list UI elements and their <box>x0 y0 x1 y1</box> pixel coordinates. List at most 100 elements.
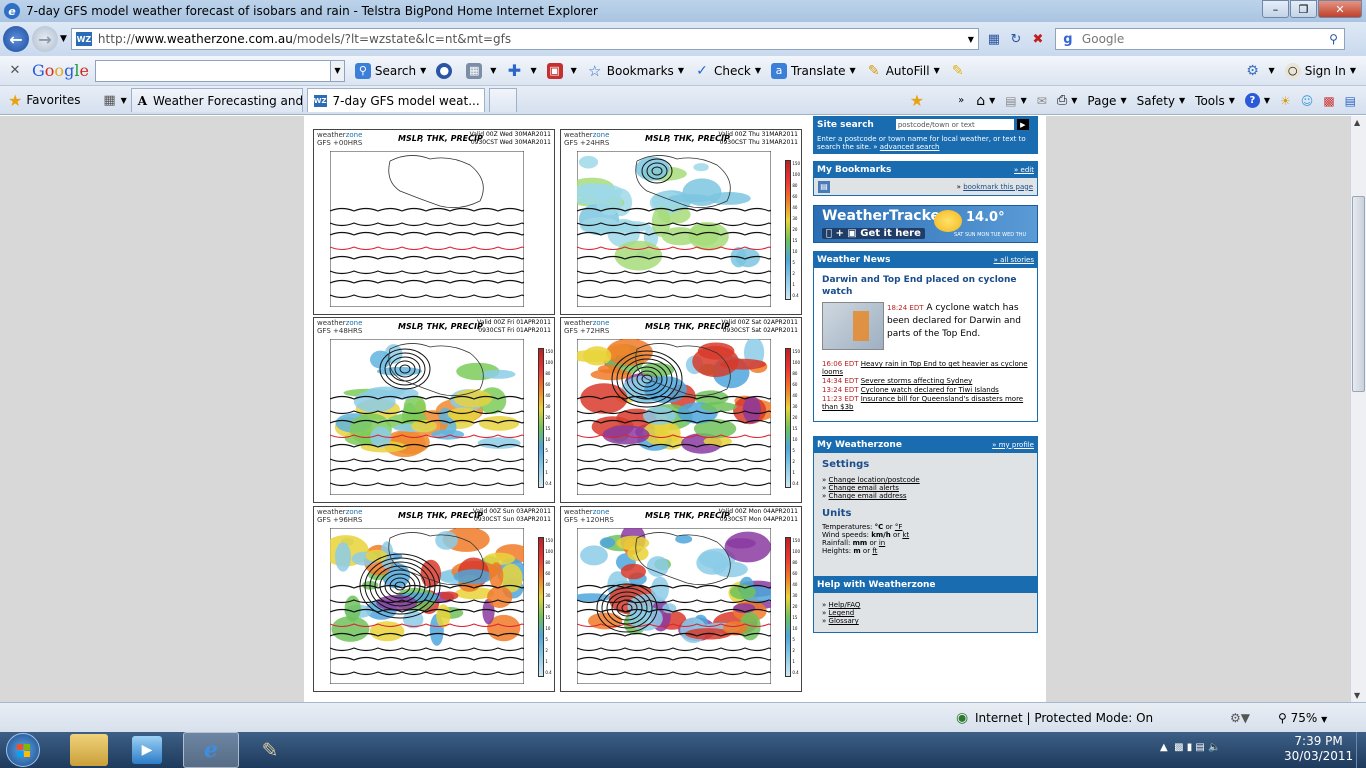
unit-alternative-link[interactable]: °F <box>895 523 903 531</box>
add-favorite-icon[interactable]: ★ <box>910 91 924 110</box>
help-link[interactable]: » Glossary <box>822 617 1029 625</box>
get-it-here-button[interactable]:  + ▣ Get it here <box>822 228 925 239</box>
tab-weather-forecasting[interactable]: A Weather Forecasting and ... <box>130 88 303 112</box>
forecast-chart[interactable]: weatherzone GFS +96HRS MSLP, THK, PRECIP… <box>313 506 555 692</box>
help-button[interactable]: ? ▼ <box>1244 93 1270 108</box>
maximize-button[interactable]: ❐ <box>1290 0 1317 18</box>
forecast-chart[interactable]: weatherzone GFS +24HRS MSLP, THK, PRECIP… <box>560 129 802 315</box>
back-button[interactable]: ← <box>3 26 29 52</box>
news-item[interactable]: 14:34 EDT Severe storms affecting Sydney <box>822 377 1029 385</box>
toolbar-close-icon[interactable]: ✕ <box>4 63 26 78</box>
security-zone-text[interactable]: Internet | Protected Mode: On <box>975 711 1153 725</box>
start-button[interactable] <box>6 733 40 767</box>
site-search-input[interactable]: postcode/town or text <box>895 119 1014 130</box>
news-headline[interactable]: Severe storms affecting Sydney <box>861 377 973 385</box>
forward-button[interactable]: → <box>32 26 58 52</box>
address-bar[interactable]: WZ http://www.weatherzone.com.au/models/… <box>70 28 979 50</box>
forecast-chart[interactable]: weatherzone GFS +48HRS MSLP, THK, PRECIP… <box>313 317 555 503</box>
mail-button[interactable]: ✉ <box>1037 94 1047 108</box>
site-search-go-icon[interactable]: ▶ <box>1016 119 1029 130</box>
news-item[interactable]: 11:23 EDT Insurance bill for Queensland'… <box>822 395 1029 411</box>
protected-mode-icon[interactable]: ⚙▼ <box>1230 711 1250 725</box>
favorites-button[interactable]: ★ Favorites <box>8 91 81 110</box>
search-magnifier-icon[interactable]: ⚲ <box>1329 32 1338 46</box>
chart-brand: weatherzone <box>317 508 363 516</box>
news-headline[interactable]: Cyclone watch declared for Tiwi Islands <box>861 386 999 394</box>
zoom-level[interactable]: ⚲ 75% ▼ <box>1278 711 1327 725</box>
bookmarks-edit-link[interactable]: » edit <box>1014 166 1034 174</box>
research-icon[interactable]: ☀ <box>1280 94 1291 108</box>
new-tab-button[interactable] <box>488 88 517 112</box>
pagerank-icon[interactable]: ● <box>436 62 456 79</box>
share-icon[interactable]: ✚ ▼ <box>506 61 537 80</box>
feeds-button[interactable]: ▤ ▼ <box>1005 94 1027 108</box>
advanced-search-link[interactable]: advanced search <box>880 143 940 151</box>
settings-link[interactable]: » Change location/postcode <box>822 476 1029 484</box>
refresh-icon[interactable]: ↻ <box>1005 29 1027 49</box>
tab-gfs-model[interactable]: WZ7-day GFS model weat...✖ <box>306 88 485 112</box>
tools-menu[interactable]: Tools ▼ <box>1195 94 1235 108</box>
close-button[interactable]: ✕ <box>1318 0 1362 18</box>
tab-list-dropdown-icon[interactable]: ▼ <box>121 96 127 105</box>
vertical-scrollbar[interactable]: ▲ ▼ <box>1350 116 1366 702</box>
unit-alternative-link[interactable]: kt <box>902 531 909 539</box>
autofill-button[interactable]: ✎ AutoFill ▼ <box>866 63 940 79</box>
google-search-dropdown-icon[interactable]: ▼ <box>330 59 345 82</box>
address-dropdown-icon[interactable]: ▼ <box>968 35 974 44</box>
sign-in-button[interactable]: ○ Sign In ▼ <box>1284 62 1356 79</box>
my-profile-link[interactable]: » my profile <box>992 441 1034 449</box>
settings-link[interactable]: » Change email address <box>822 492 1029 500</box>
popup-blocker-icon[interactable]: ▦ ▼ <box>466 62 496 79</box>
unit-alternative-link[interactable]: ft <box>872 547 877 555</box>
forecast-chart[interactable]: weatherzone GFS +120HRS MSLP, THK, PRECI… <box>560 506 802 692</box>
weathertracker-banner[interactable]: WeatherTracker  + ▣ Get it here 14.0° S… <box>813 205 1038 243</box>
browser-search-box[interactable]: g Google ⚲ <box>1054 28 1345 50</box>
media-player-icon[interactable]: ▶ <box>132 736 162 764</box>
highlight-icon[interactable]: ✎ <box>950 63 970 79</box>
print-button[interactable]: ⎙ ▼ <box>1057 93 1078 108</box>
bookmark-page-icon[interactable]: ▤ <box>818 180 830 193</box>
android-icon: ▣ <box>837 228 856 239</box>
cyclone-map-thumbnail[interactable] <box>822 302 884 350</box>
home-button[interactable]: ⌂ ▼ <box>976 93 995 109</box>
explorer-taskbar-icon[interactable] <box>70 734 108 766</box>
compatibility-view-icon[interactable]: ▦ <box>983 29 1005 49</box>
check-button[interactable]: ✓ Check ▼ <box>694 63 761 79</box>
paint-icon[interactable]: ✎ <box>250 734 290 766</box>
precip-colorbar <box>538 537 544 677</box>
news-item[interactable]: 16:06 EDT Heavy rain in Top End to get h… <box>822 360 1029 376</box>
news-icon[interactable]: ▣ ▼ <box>546 62 577 79</box>
google-search-input[interactable] <box>94 59 331 82</box>
system-clock[interactable]: 7:39 PM 30/03/2011 <box>1284 734 1353 764</box>
scrollbar-thumb[interactable] <box>1352 196 1365 392</box>
unit-alternative-link[interactable]: in <box>879 539 885 547</box>
help-link[interactable]: » Help/FAQ <box>822 601 1029 609</box>
my-weatherzone-box: My Weatherzone» my profile Settings » Ch… <box>813 436 1038 585</box>
ie-taskbar-icon[interactable]: e <box>183 732 239 768</box>
forecast-chart[interactable]: weatherzone GFS +72HRS MSLP, THK, PRECIP… <box>560 317 802 503</box>
all-stories-link[interactable]: » all stories <box>994 256 1034 264</box>
forecast-chart[interactable]: weatherzone GFS +00HRS MSLP, THK, PRECIP… <box>313 129 555 315</box>
google-search-button[interactable]: ⚲ Search ▼ <box>354 62 426 79</box>
translate-button[interactable]: a Translate ▼ <box>771 62 856 79</box>
bookmark-this-page-link[interactable]: » bookmark this page <box>957 183 1033 191</box>
show-desktop-button[interactable] <box>1356 732 1366 768</box>
stop-icon[interactable]: ✖ <box>1027 29 1049 49</box>
url-text[interactable]: http://www.weatherzone.com.au/models/?lt… <box>98 32 968 46</box>
news-item[interactable]: 13:24 EDT Cyclone watch declared for Tiw… <box>822 386 1029 394</box>
messenger-icon[interactable]: ☺ <box>1301 94 1314 108</box>
history-dropdown-icon[interactable]: ▼ <box>60 34 67 44</box>
blog-icon[interactable]: ▩ <box>1323 94 1334 108</box>
minimize-button[interactable]: – <box>1262 0 1289 18</box>
quick-tabs-icon[interactable]: ▦ <box>99 90 121 110</box>
safety-menu[interactable]: Safety ▼ <box>1137 94 1186 108</box>
settings-link[interactable]: » Change email alerts <box>822 484 1029 492</box>
tray-icons[interactable]: ▲ ▩ ▮ ▤ 🔈 <box>1160 742 1221 753</box>
help-link[interactable]: » Legend <box>822 609 1029 617</box>
bookmarks-button[interactable]: ☆ Bookmarks ▼ <box>587 62 684 80</box>
wrench-settings-icon[interactable]: ⚙ ▼ <box>1245 63 1274 79</box>
translate-addon-icon[interactable]: ▤ <box>1345 94 1356 108</box>
chevron-overflow-icon[interactable]: » <box>958 95 964 106</box>
page-menu[interactable]: Page ▼ <box>1087 94 1126 108</box>
lead-story-title[interactable]: Darwin and Top End placed on cyclone wat… <box>822 274 1029 298</box>
